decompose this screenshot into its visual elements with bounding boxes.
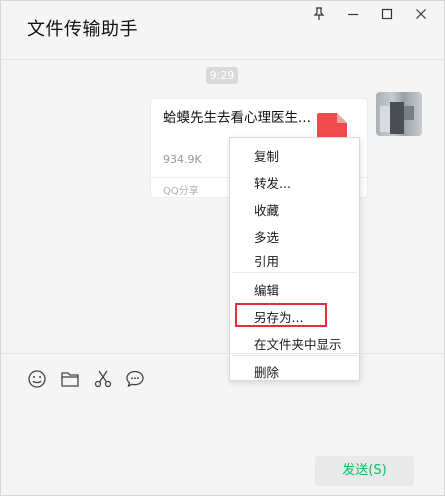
- menu-divider: [232, 355, 357, 356]
- file-source-label: QQ分享: [163, 186, 199, 197]
- avatar[interactable]: [376, 92, 422, 136]
- menu-item-copy[interactable]: 复制: [254, 146, 279, 165]
- menu-item-show-in-folder[interactable]: 在文件夹中显示: [254, 334, 342, 353]
- window-controls: [302, 4, 438, 24]
- menu-item-favorite[interactable]: 收藏: [254, 200, 279, 219]
- menu-item-quote[interactable]: 引用: [254, 251, 279, 270]
- send-button[interactable]: 发送(S): [315, 456, 414, 486]
- chat-title: 文件传输助手: [27, 19, 138, 40]
- message-timestamp: 9:29: [206, 67, 238, 84]
- folder-icon[interactable]: [60, 369, 80, 389]
- file-size: 934.9K: [163, 153, 202, 166]
- chat-bubble-icon[interactable]: [125, 369, 145, 389]
- avatar-pixel: [390, 102, 404, 134]
- avatar-pixel: [380, 106, 390, 132]
- close-icon[interactable]: [404, 4, 438, 24]
- menu-item-edit[interactable]: 编辑: [254, 280, 279, 299]
- context-menu: 复制 转发... 收藏 多选 引用 编辑 另存为... 在文件夹中显示 删除: [229, 137, 360, 381]
- menu-divider: [232, 272, 357, 273]
- menu-item-delete[interactable]: 删除: [254, 362, 279, 381]
- chat-window: 文件传输助手 9:29 蛤蟆先生去看心理医生... 934.9K QQ分享 复制…: [0, 0, 445, 496]
- menu-item-forward[interactable]: 转发...: [254, 173, 291, 192]
- scissors-icon[interactable]: [93, 369, 113, 389]
- input-divider: [1, 353, 444, 354]
- minimize-icon[interactable]: [336, 4, 370, 24]
- avatar-pixel: [404, 106, 414, 120]
- menu-item-multiselect[interactable]: 多选: [254, 227, 279, 246]
- maximize-icon[interactable]: [370, 4, 404, 24]
- pin-icon[interactable]: [302, 4, 336, 24]
- emoji-icon[interactable]: [27, 369, 47, 389]
- save-as-highlight-box: [235, 303, 327, 327]
- title-bar: 文件传输助手: [1, 1, 444, 60]
- file-name: 蛤蟆先生去看心理医生...: [163, 110, 311, 126]
